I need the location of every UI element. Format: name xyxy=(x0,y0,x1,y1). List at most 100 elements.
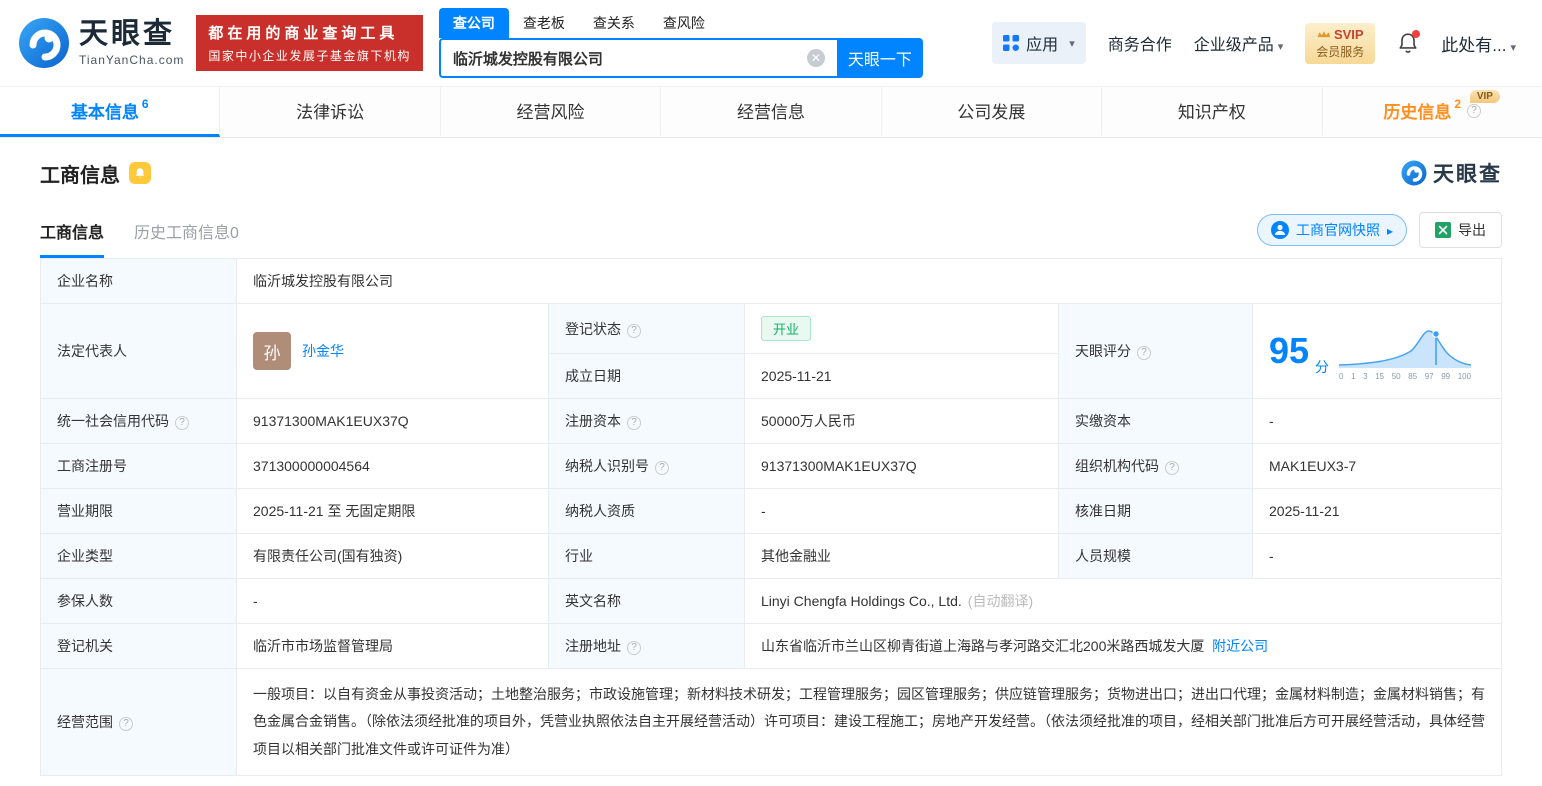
tab-intellectual-property-label: 知识产权 xyxy=(1177,103,1246,122)
legal-rep-cell: 孙 孙金华 xyxy=(236,303,549,399)
table-row: 企业类型 有限责任公司(国有独资) 行业 其他金融业 人员规模 - xyxy=(40,533,1502,579)
avatar[interactable]: 孙 xyxy=(253,332,291,370)
table-row: 企业名称 临沂城发控股有限公司 xyxy=(40,258,1502,304)
search-tab-boss[interactable]: 查老板 xyxy=(509,8,579,38)
crown-icon xyxy=(1317,31,1331,38)
help-icon[interactable] xyxy=(627,641,641,655)
search-panel: 查公司 查老板 查关系 查风险 ✕ 天眼一下 xyxy=(438,8,923,78)
tab-business-info[interactable]: 经营信息 xyxy=(661,87,882,137)
establish-date-value: 2025-11-21 xyxy=(744,353,1059,399)
company-name-label: 企业名称 xyxy=(40,258,237,304)
brand-name: 天眼查 xyxy=(79,17,176,50)
enterprise-products-link[interactable]: 企业级产品 xyxy=(1194,31,1284,55)
score-value: 95 xyxy=(1269,330,1310,371)
help-icon[interactable] xyxy=(1137,346,1151,360)
tianyancha-logo[interactable]: 天眼查 TianYanCha.com xyxy=(18,17,184,69)
tab-operational-risk-label: 经营风险 xyxy=(516,103,585,122)
grid-icon xyxy=(1003,35,1020,51)
tab-company-development-label: 公司发展 xyxy=(957,103,1026,122)
brand-domain: TianYanCha.com xyxy=(79,52,185,67)
help-icon[interactable] xyxy=(627,323,641,338)
tab-legal-proceedings-label: 法律诉讼 xyxy=(296,103,365,122)
tab-operational-risk[interactable]: 经营风险 xyxy=(441,87,662,137)
tianyancha-logo-icon xyxy=(1401,160,1427,186)
tab-intellectual-property[interactable]: 知识产权 xyxy=(1102,87,1323,137)
page-title: 工商信息 xyxy=(40,164,120,187)
svip-sublabel: 会员服务 xyxy=(1316,44,1365,59)
tab-history-info-label: 历史信息 xyxy=(1383,103,1452,122)
english-name-label: 英文名称 xyxy=(548,578,745,624)
account-menu[interactable]: 此处有... xyxy=(1441,31,1516,56)
table-row: 工商注册号 371300000004564 纳税人识别号 91371300MAK… xyxy=(40,443,1502,489)
subtab-row: 工商信息 历史工商信息0 工商官网快照 导出 xyxy=(40,212,1502,258)
business-scope-value: 一般项目：以自有资金从事投资活动；土地整治服务；市政设施管理；新材料技术研发；工… xyxy=(236,668,1502,776)
table-row: 经营范围 一般项目：以自有资金从事投资活动；土地整治服务；市政设施管理；新材料技… xyxy=(40,668,1502,776)
help-icon[interactable] xyxy=(1165,461,1179,475)
establish-date-label: 成立日期 xyxy=(548,353,745,399)
score-label: 天眼评分 xyxy=(1058,303,1253,399)
taxpayer-id-value: 91371300MAK1EUX37Q xyxy=(744,443,1059,489)
tab-business-info-label: 经营信息 xyxy=(736,103,805,122)
clear-icon[interactable]: ✕ xyxy=(806,49,825,67)
person-badge-icon xyxy=(1270,221,1289,239)
business-cooperation-link[interactable]: 商务合作 xyxy=(1108,31,1172,55)
tab-company-development[interactable]: 公司发展 xyxy=(882,87,1103,137)
promo-line2: 国家中小企业发展子基金旗下机构 xyxy=(208,49,411,63)
svip-label: SVIP xyxy=(1333,26,1364,42)
help-icon[interactable] xyxy=(119,716,133,731)
excel-icon xyxy=(1435,222,1451,238)
export-button[interactable]: 导出 xyxy=(1419,212,1502,248)
svip-badge[interactable]: SVIP 会员服务 xyxy=(1305,22,1376,64)
search-input[interactable] xyxy=(452,49,807,67)
tab-basic-info[interactable]: 基本信息 6 xyxy=(0,87,221,137)
legal-rep-label: 法定代表人 xyxy=(40,303,237,399)
official-snapshot-button[interactable]: 工商官网快照 xyxy=(1256,214,1407,246)
search-tab-risk[interactable]: 查风险 xyxy=(649,8,719,38)
reg-capital-label: 注册资本 xyxy=(548,398,745,444)
org-code-label: 组织机构代码 xyxy=(1058,443,1253,489)
reg-authority-value: 临沂市市场监督管理局 xyxy=(236,623,549,669)
approval-date-label: 核准日期 xyxy=(1058,488,1253,534)
tab-history-info[interactable]: VIP 历史信息 2 xyxy=(1323,87,1542,137)
enterprise-products-label: 企业级产品 xyxy=(1193,37,1274,54)
help-icon[interactable] xyxy=(1467,103,1482,118)
notification-bell-icon[interactable] xyxy=(1397,30,1421,54)
staff-size-label: 人员规模 xyxy=(1058,533,1253,579)
help-icon[interactable] xyxy=(175,416,189,430)
promo-line1: 都在用的商业查询工具 xyxy=(208,25,399,42)
subscribe-bell-icon[interactable] xyxy=(129,162,151,184)
search-button[interactable]: 天眼一下 xyxy=(836,38,923,78)
business-term-label: 营业期限 xyxy=(40,488,237,534)
section-header: 工商信息 天眼查 xyxy=(40,158,1502,188)
official-snapshot-label: 工商官网快照 xyxy=(1295,222,1380,238)
reg-number-label: 工商注册号 xyxy=(40,443,237,489)
reg-authority-label: 登记机关 xyxy=(40,623,237,669)
legal-rep-link[interactable]: 孙金华 xyxy=(302,341,344,361)
search-input-box: ✕ xyxy=(438,38,837,78)
insured-count-label: 参保人数 xyxy=(40,578,237,624)
org-code-value: MAK1EUX3-7 xyxy=(1252,443,1502,489)
arrow-right-icon xyxy=(1387,222,1393,238)
subtab-business-registration[interactable]: 工商信息 xyxy=(40,219,105,258)
search-tab-relation[interactable]: 查关系 xyxy=(579,8,649,38)
tab-legal-proceedings[interactable]: 法律诉讼 xyxy=(220,87,441,137)
search-tab-company[interactable]: 查公司 xyxy=(438,8,509,38)
help-icon[interactable] xyxy=(627,416,641,430)
help-icon[interactable] xyxy=(655,461,669,475)
tab-basic-info-label: 基本信息 xyxy=(70,103,139,122)
vip-badge: VIP xyxy=(1469,90,1500,103)
nearby-companies-link[interactable]: 附近公司 xyxy=(1212,638,1268,654)
subtab-history-registration[interactable]: 历史工商信息0 xyxy=(134,219,239,258)
apps-button[interactable]: 应用 xyxy=(992,22,1086,64)
reg-status-value: 开业 xyxy=(744,303,1059,354)
staff-size-value: - xyxy=(1252,533,1502,579)
tianyancha-logo-icon xyxy=(19,18,69,68)
table-row: 法定代表人 孙 孙金华 登记状态 开业 天眼评分 95 分 xyxy=(40,303,1502,399)
reg-address-value: 山东省临沂市兰山区柳青街道上海路与孝河路交汇北200米路西城发大厦 附近公司 xyxy=(744,623,1502,669)
status-badge: 开业 xyxy=(761,316,812,341)
table-row: 参保人数 - 英文名称 Linyi Chengfa Holdings Co., … xyxy=(40,578,1502,624)
score-cell: 95 分 0 1 3 15 50 85 97 99 100 xyxy=(1252,303,1502,399)
promo-banner: 都在用的商业查询工具 国家中小企业发展子基金旗下机构 xyxy=(196,15,423,71)
company-name-value: 临沂城发控股有限公司 xyxy=(236,258,1502,304)
chevron-down-icon xyxy=(1506,36,1516,55)
